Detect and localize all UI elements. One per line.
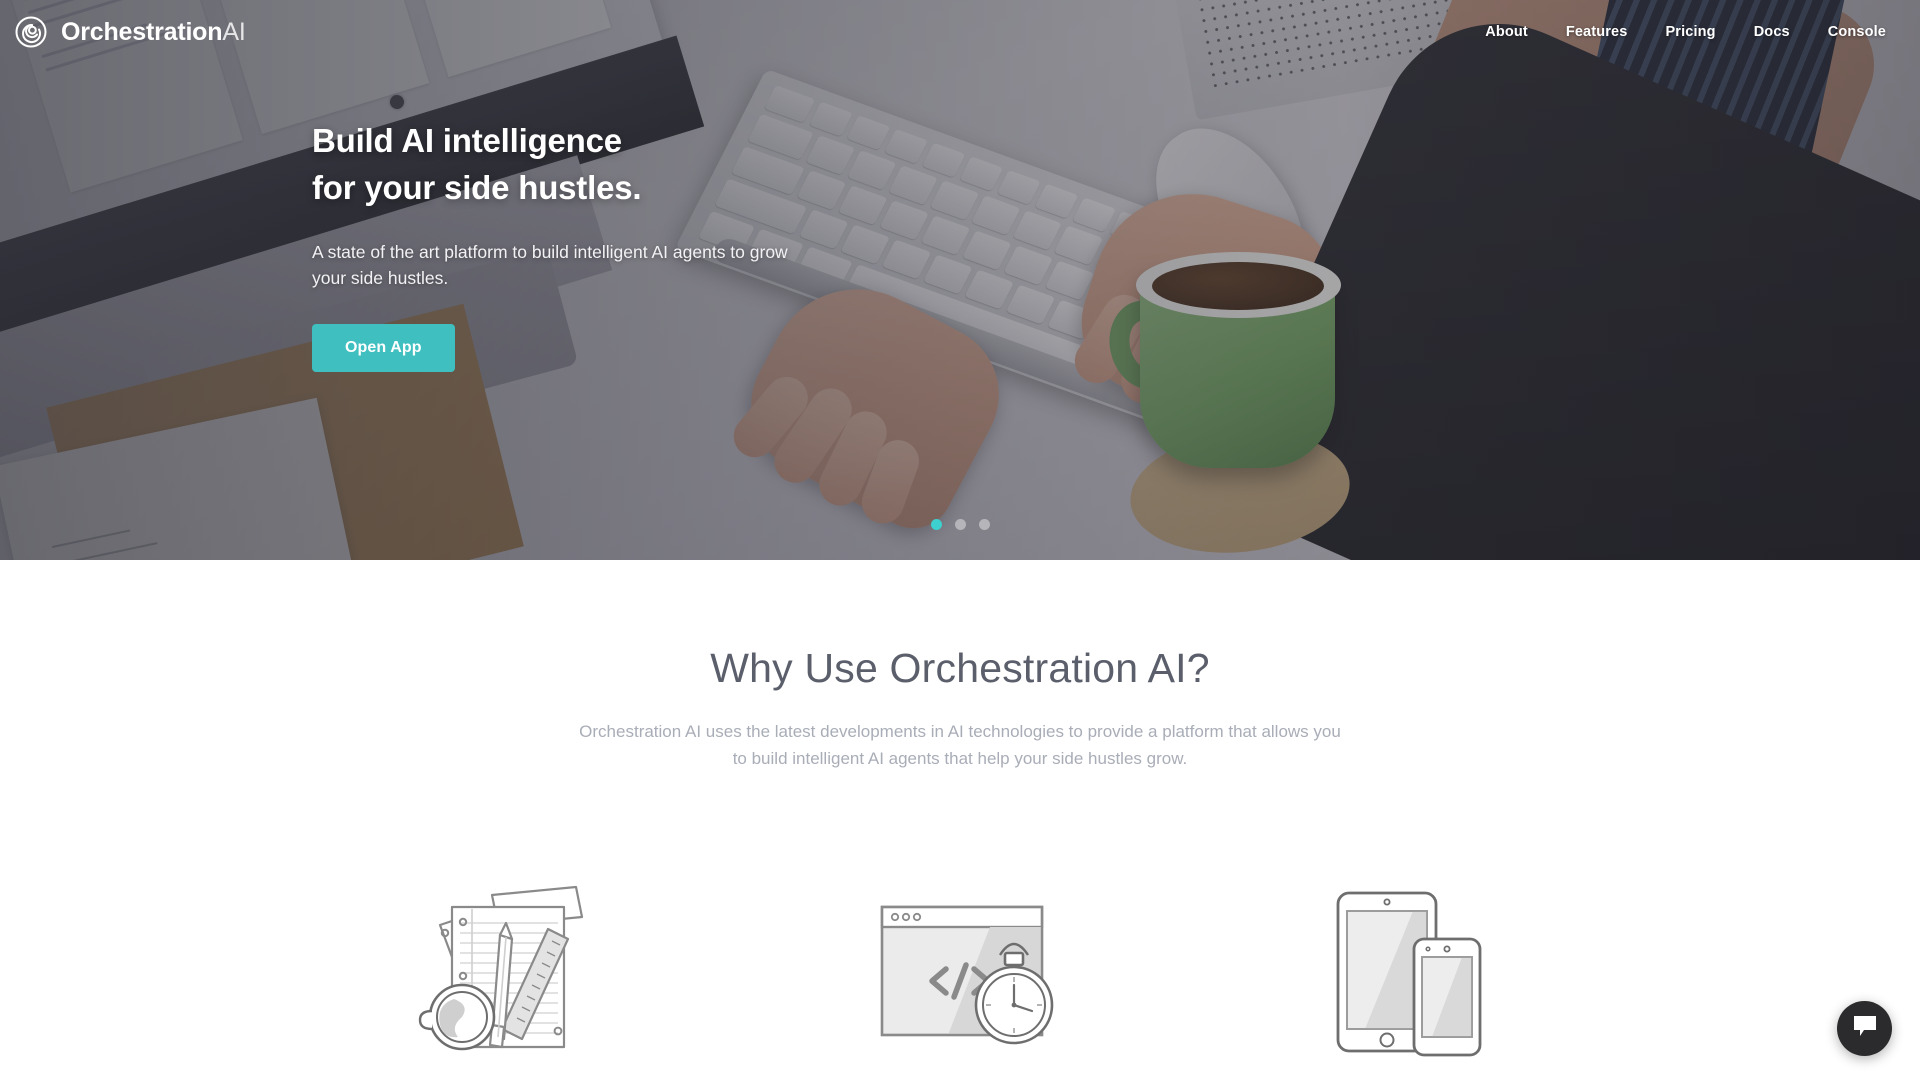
carousel-dot-1[interactable]	[930, 519, 942, 530]
brand-name-light: AI	[222, 17, 246, 46]
hero-subtitle: A state of the art platform to build int…	[312, 241, 788, 289]
nav-link-console[interactable]: Console	[1828, 24, 1886, 40]
why-section-heading: Why Use Orchestration AI?	[710, 645, 1210, 691]
chat-bubble-icon	[1852, 1014, 1878, 1043]
carousel-dot-2[interactable]	[954, 519, 966, 530]
browser-code-stopwatch-icon	[840, 877, 1080, 1067]
hero-title-line-1: Build AI intelligence	[312, 122, 622, 159]
feature-item-3	[1180, 877, 1620, 1067]
feature-item-1	[300, 877, 740, 1067]
orchestration-spiral-icon	[14, 15, 48, 49]
brand-logo[interactable]: OrchestrationAI	[14, 15, 246, 49]
hero-background-photo	[0, 0, 1920, 560]
top-navigation-bar: OrchestrationAI About Features Pricing D…	[0, 0, 1920, 64]
why-section: Why Use Orchestration AI? Orchestration …	[0, 560, 1920, 1067]
feature-icons-row	[0, 877, 1920, 1067]
nav-links: About Features Pricing Docs Console	[1485, 24, 1896, 40]
hero-title: Build AI intelligence for your side hust…	[312, 118, 932, 212]
why-paragraph-line-2: to build intelligent AI agents that help…	[732, 749, 1188, 769]
hero-section: OrchestrationAI About Features Pricing D…	[0, 0, 1920, 560]
hero-content: Build AI intelligence for your side hust…	[312, 118, 932, 372]
chat-widget-button[interactable]	[1837, 1001, 1892, 1056]
nav-link-features[interactable]: Features	[1566, 24, 1628, 40]
why-paragraph-line-1: Orchestration AI uses the latest develop…	[579, 722, 1341, 742]
feature-item-2	[740, 877, 1180, 1067]
nav-link-pricing[interactable]: Pricing	[1665, 24, 1715, 40]
hero-title-line-2: for your side hustles.	[312, 168, 642, 206]
tablet-phone-devices-icon	[1280, 877, 1520, 1067]
brand-name-bold: Orchestration	[61, 17, 223, 46]
carousel-dots	[0, 519, 1920, 530]
notepad-pencil-ruler-coffee-icon	[400, 877, 640, 1067]
carousel-dot-3[interactable]	[978, 519, 990, 530]
why-section-paragraph: Orchestration AI uses the latest develop…	[565, 718, 1355, 772]
nav-link-about[interactable]: About	[1485, 24, 1528, 40]
nav-link-docs[interactable]: Docs	[1754, 24, 1790, 40]
open-app-button[interactable]: Open App	[312, 323, 455, 372]
